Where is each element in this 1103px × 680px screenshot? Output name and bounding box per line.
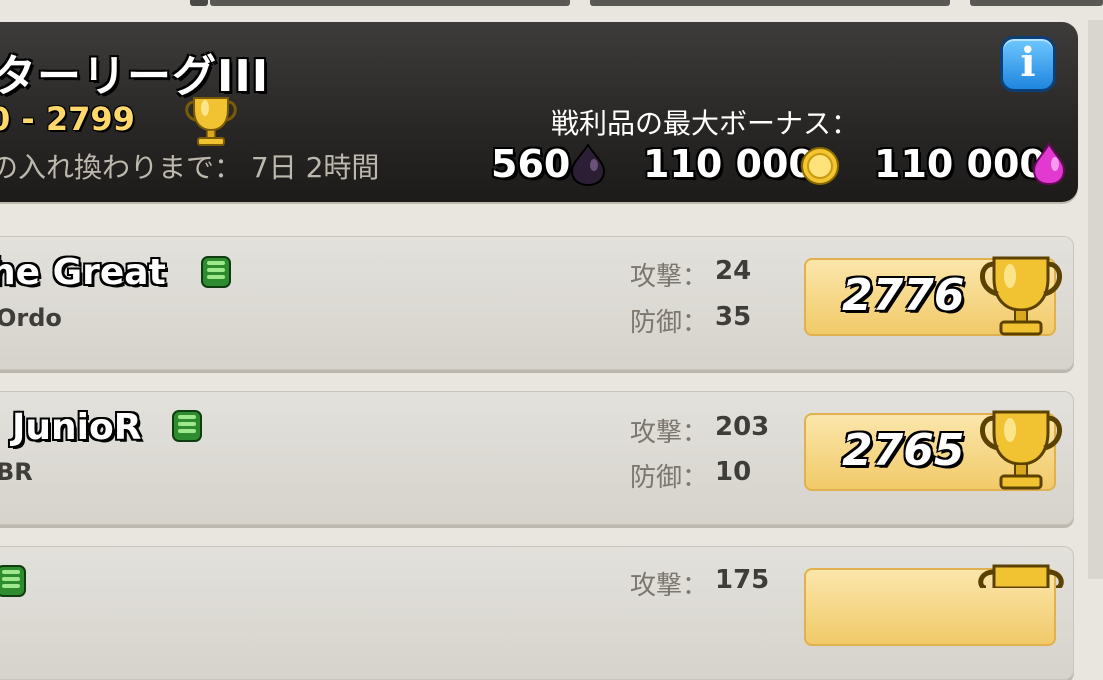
attack-wins: 24 — [715, 256, 752, 286]
bonus-dark-elixir: 560 — [491, 142, 571, 186]
player-name: he Great — [0, 252, 166, 293]
trophy-icon — [185, 97, 237, 146]
defense-label: 防御： — [630, 308, 709, 338]
trophy-icon — [978, 564, 1064, 588]
bonus-label: 戦利品の最大ボーナス： — [551, 107, 860, 140]
trophy-range: 0 - 2799 — [0, 100, 135, 138]
defense-wins: 35 — [715, 302, 752, 332]
trophy-icon — [980, 256, 1062, 336]
experience-icon — [0, 565, 26, 597]
experience-icon — [201, 256, 231, 288]
tab-1[interactable] — [190, 0, 208, 6]
elixir-icon — [1032, 142, 1066, 186]
tab-3[interactable] — [590, 0, 950, 6]
clan-name: BR — [0, 458, 33, 486]
trophy-icon — [980, 410, 1062, 490]
reset-countdown: の入れ換わりまで： 7日 2時間 — [0, 151, 380, 184]
attack-label: 攻撃： — [630, 262, 709, 292]
defense-wins: 10 — [715, 457, 752, 487]
experience-icon — [172, 410, 202, 442]
attack-wins: 175 — [715, 565, 770, 595]
attack-label: 攻撃： — [630, 571, 709, 601]
bonus-gold: 110 000 — [643, 142, 815, 186]
attack-wins: 203 — [715, 412, 770, 442]
info-button[interactable]: i — [1000, 36, 1056, 92]
tab-2[interactable] — [210, 0, 570, 6]
scroll-edge — [1088, 20, 1103, 579]
tab-strip — [0, 0, 1103, 8]
gold-coin-icon — [801, 147, 839, 185]
attack-label: 攻撃： — [630, 418, 709, 448]
tab-4[interactable] — [970, 0, 1103, 6]
defense-label: 防御： — [630, 463, 709, 493]
trophy-count: 2765 — [842, 425, 965, 476]
player-name: JunioR — [12, 407, 142, 448]
bonus-elixir: 110 000 — [874, 142, 1046, 186]
clan-name: Ordo — [0, 304, 62, 332]
trophy-count: 2776 — [842, 270, 965, 321]
info-icon: i — [1020, 39, 1036, 86]
dark-elixir-icon — [570, 143, 606, 187]
